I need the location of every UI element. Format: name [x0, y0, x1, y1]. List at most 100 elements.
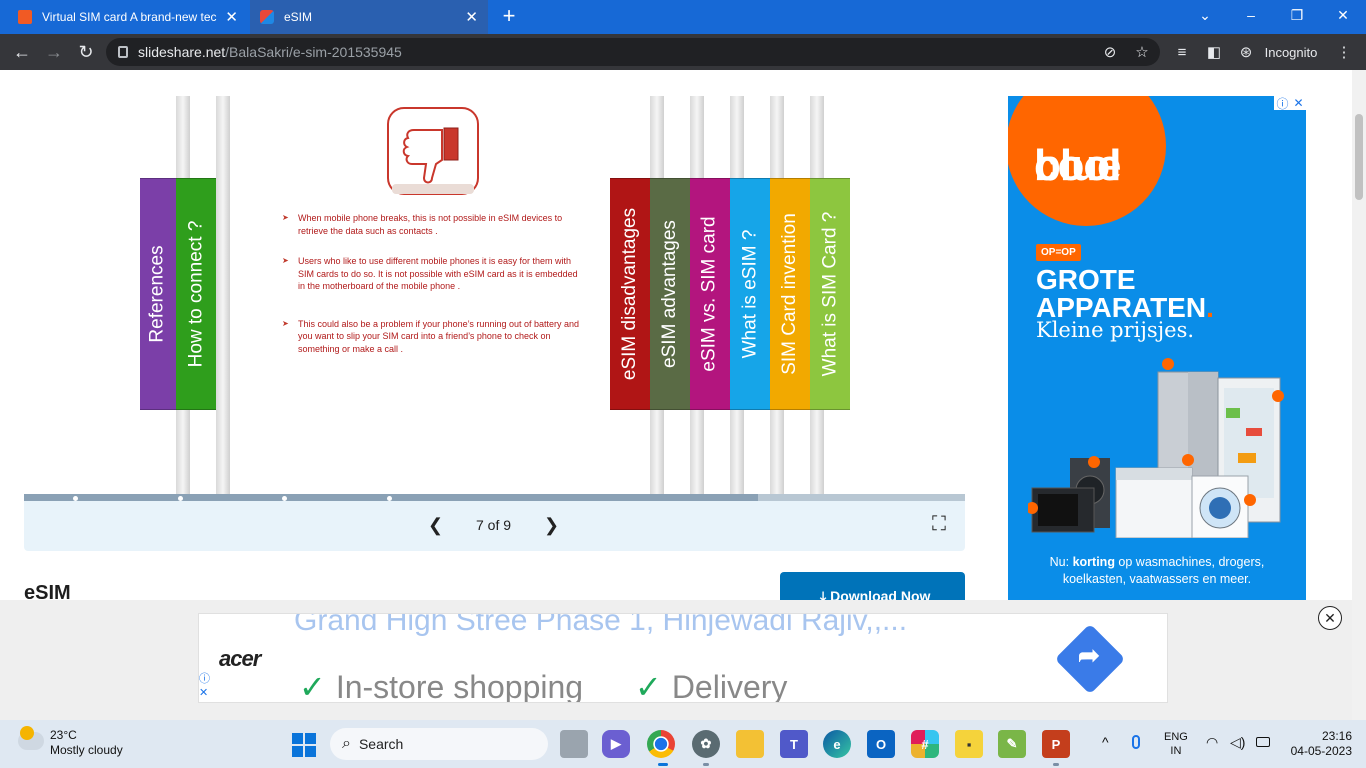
region: IN — [1170, 745, 1182, 757]
volume-icon[interactable]: ◁) — [1230, 734, 1245, 751]
reading-list-icon[interactable]: ≡ — [1168, 34, 1196, 70]
eye-off-icon[interactable]: ⊘ — [1096, 34, 1124, 70]
teams-icon[interactable]: T — [780, 730, 808, 758]
ad-info[interactable]: ⓘ ✕ — [199, 672, 210, 700]
tab-close-icon[interactable]: ✕ — [225, 8, 238, 26]
tab-virtual-sim[interactable]: Virtual SIM card A brand-new tec ✕ — [8, 0, 248, 34]
coolblue-ad[interactable]: cool blue OP=OP GROTE APPARATEN. Kleine pr… — [1008, 96, 1306, 600]
ad-choices[interactable]: ⓘ ✕ — [1274, 95, 1306, 112]
forward-icon[interactable]: → — [38, 34, 70, 70]
promo-badge: OP=OP — [1036, 244, 1081, 261]
slide-counter: 7 of 9 — [476, 517, 512, 533]
slide-bullet: This could also be a problem if your pho… — [282, 318, 582, 356]
tray-overflow-icon[interactable]: ^ — [1102, 734, 1109, 750]
page-scrollbar[interactable] — [1352, 70, 1366, 720]
scrollbar-thumb[interactable] — [1355, 114, 1363, 200]
store-address: Grand High Stree Phase 1, Hinjewadi Raji… — [294, 613, 908, 637]
back-icon[interactable]: ← — [6, 34, 38, 70]
minimize-button[interactable]: – — [1228, 0, 1274, 30]
pole-decoration — [216, 96, 230, 494]
new-tab-button[interactable]: + — [490, 1, 528, 31]
url-path: /BalaSakri/e-sim-201535945 — [225, 44, 402, 60]
slide-controls: ❮ 7 of 9 ❯ ⛶ — [24, 501, 965, 551]
battery-icon[interactable] — [1256, 737, 1270, 747]
menu-icon[interactable]: ⋮ — [1330, 34, 1358, 70]
prev-slide-button[interactable]: ❮ — [428, 515, 443, 536]
restore-button[interactable]: ❐ — [1274, 0, 1320, 30]
clock[interactable]: 23:16 04-05-2023 — [1282, 729, 1352, 759]
slide-section-tab: What is eSIM ? — [730, 178, 770, 410]
incognito-icon[interactable]: ⊛ — [1232, 34, 1260, 70]
task-view-icon[interactable] — [560, 730, 588, 758]
tab-title: Virtual SIM card A brand-new tec — [42, 10, 217, 24]
ad-close-icon[interactable]: ✕ — [1293, 96, 1303, 110]
ad-headline: GROTE APPARATEN. — [1036, 266, 1214, 322]
feature-label: Delivery — [671, 669, 788, 703]
search-label: Search — [358, 736, 404, 752]
weather-status: Mostly cloudy — [50, 743, 123, 757]
file-explorer-icon[interactable] — [736, 730, 764, 758]
directions-icon[interactable]: ➦ — [1054, 623, 1126, 695]
slide-bullet: Users who like to use different mobile p… — [282, 255, 582, 293]
slack-icon[interactable]: # — [911, 730, 939, 758]
next-slide-button[interactable]: ❯ — [544, 515, 559, 536]
toolbar: ← → ↻ slideshare.net/BalaSakri/e-sim-201… — [0, 34, 1366, 70]
cloudy-weather-icon — [18, 726, 44, 750]
start-button[interactable] — [292, 733, 316, 757]
slide-section-tab: eSIM vs. SIM card — [690, 178, 730, 410]
slide-section-tab: SIM Card invention — [770, 178, 810, 410]
ad-close-small-icon[interactable]: ✕ — [199, 687, 208, 699]
taskbar-search[interactable]: ⌕ Search — [330, 728, 548, 760]
notepad-icon[interactable]: ✎ — [998, 730, 1026, 758]
tab-search-icon[interactable]: ⌄ — [1182, 0, 1228, 30]
ad-subline: Kleine prijsjes. — [1036, 318, 1195, 342]
running-indicator — [1053, 763, 1059, 766]
reload-icon[interactable]: ↻ — [70, 34, 102, 70]
ad-footer: Nu: korting op wasmachines, drogers, koe… — [1028, 554, 1286, 588]
ad-info-icon[interactable]: ⓘ — [1276, 95, 1288, 112]
close-ad-button[interactable]: ✕ — [1318, 606, 1342, 630]
bottom-ad-banner: Grand High Stree Phase 1, Hinjewadi Raji… — [0, 600, 1352, 720]
tab-esim[interactable]: eSIM ✕ — [250, 0, 488, 34]
chrome-icon[interactable] — [647, 730, 675, 758]
download-button[interactable]: ⤓ Download Now — [780, 572, 965, 600]
acer-logo: acer — [219, 646, 261, 671]
footer-bold: korting — [1072, 555, 1115, 569]
close-window-button[interactable]: ✕ — [1320, 0, 1366, 30]
url-domain: slideshare.net — [138, 44, 226, 60]
outlook-icon[interactable]: O — [867, 730, 895, 758]
appliances-image — [1028, 358, 1284, 538]
slide-section-label: eSIM disadvantages — [619, 207, 641, 381]
footer-prefix: Nu: — [1049, 555, 1073, 569]
meet-icon[interactable]: ▶ — [602, 730, 630, 758]
microphone-icon[interactable] — [1132, 735, 1140, 749]
tab-title: eSIM — [284, 10, 313, 24]
edge-icon[interactable]: e — [823, 730, 851, 758]
weather-widget[interactable]: 23°C Mostly cloudy — [18, 726, 123, 758]
sticky-notes-icon[interactable]: ▪ — [955, 730, 983, 758]
tab-close-icon[interactable]: ✕ — [465, 8, 478, 26]
slide-progress-bar[interactable] — [24, 494, 965, 501]
powerpoint-icon[interactable]: P — [1042, 730, 1070, 758]
language-indicator[interactable]: ENG IN — [1164, 730, 1188, 758]
incognito-label[interactable]: Incognito — [1262, 34, 1320, 70]
lock-icon — [118, 46, 128, 58]
wifi-icon[interactable]: ◠ — [1206, 734, 1218, 751]
bookmark-star-icon[interactable]: ☆ — [1128, 34, 1156, 70]
taskbar: 23°C Mostly cloudy ⌕ Search ▶ ✿ T e O # … — [0, 720, 1366, 768]
date: 04-05-2023 — [1290, 744, 1352, 758]
chatgpt-icon[interactable]: ✿ — [692, 730, 720, 758]
slideshare-favicon-icon — [18, 10, 32, 24]
slide-section-tab: What is SIM Card ? — [810, 178, 850, 410]
check-icon: ✓ — [299, 669, 326, 703]
side-panel-icon[interactable]: ◧ — [1200, 34, 1228, 70]
feature-label: In-store shopping — [335, 669, 584, 703]
acer-ad[interactable]: Grand High Stree Phase 1, Hinjewadi Raji… — [198, 613, 1168, 703]
address-bar[interactable]: slideshare.net/BalaSakri/e-sim-201535945 — [106, 38, 1160, 66]
slide-section-label: SIM Card invention — [779, 213, 801, 375]
slide-section-tab: eSIM disadvantages — [610, 178, 650, 410]
slide-section-tab: How to connect ? — [176, 178, 216, 410]
thumbs-down-icon — [387, 107, 479, 195]
fullscreen-icon[interactable]: ⛶ — [932, 513, 946, 536]
ad-info-icon[interactable]: ⓘ — [199, 673, 210, 685]
